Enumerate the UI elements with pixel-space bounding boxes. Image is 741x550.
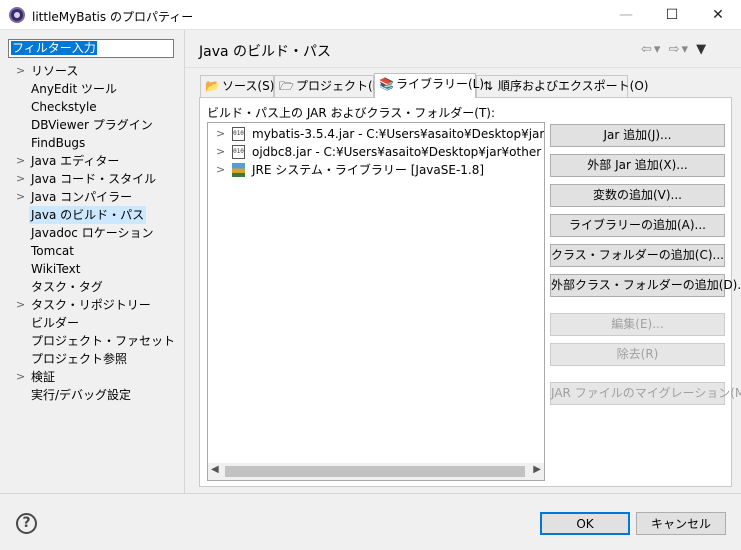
tree-item-tomcat[interactable]: Tomcat	[0, 242, 184, 260]
footer-separator	[0, 493, 741, 494]
chevron-right-icon[interactable]: >	[16, 368, 25, 386]
project-icon: 🗁	[279, 79, 294, 93]
tree-item-project-references[interactable]: プロジェクト参照	[0, 350, 184, 368]
eclipse-app-icon	[9, 7, 25, 23]
help-icon[interactable]: ?	[16, 513, 37, 534]
source-folder-icon: 📂	[205, 79, 220, 93]
ok-button[interactable]: OK	[540, 512, 630, 535]
tree-item-task-repository[interactable]: > タスク・リポジトリー	[0, 296, 184, 314]
chevron-right-icon[interactable]: >	[216, 125, 225, 143]
filter-input[interactable]: フィルター入力	[8, 39, 174, 58]
jar-icon: 010	[232, 145, 245, 159]
tree-item-run-debug-settings[interactable]: 実行/デバッグ設定	[0, 386, 184, 404]
tab-source[interactable]: 📂 ソース(S)	[200, 75, 274, 97]
tree-item-java-compiler[interactable]: > Java コンパイラー	[0, 188, 184, 206]
tree-item-anyedit[interactable]: AnyEdit ツール	[0, 80, 184, 98]
tree-item-javadoc-location[interactable]: Javadoc ロケーション	[0, 224, 184, 242]
build-path-label: ビルド・パス上の JAR およびクラス・フォルダー(T):	[207, 106, 496, 120]
jar-icon: 010	[232, 127, 245, 141]
edit-button[interactable]: 編集(E)...	[550, 313, 725, 336]
maximize-button[interactable]: ☐	[649, 0, 695, 30]
back-arrow-icon[interactable]: ⇦	[641, 42, 654, 57]
panel-divider[interactable]	[184, 30, 185, 493]
add-class-folder-button[interactable]: クラス・フォルダーの追加(C)...	[550, 244, 725, 267]
library-icon: 📚	[379, 77, 394, 91]
view-menu-icon[interactable]: ▼	[696, 42, 708, 57]
tree-item-dbviewer[interactable]: DBViewer プラグイン	[0, 116, 184, 134]
tree-item-java-build-path[interactable]: Java のビルド・パス	[0, 206, 184, 224]
tree-item-checkstyle[interactable]: Checkstyle	[0, 98, 184, 116]
filter-input-text: フィルター入力	[11, 41, 97, 55]
close-button[interactable]: ✕	[695, 0, 741, 30]
chevron-right-icon[interactable]: >	[16, 188, 25, 206]
scroll-right-icon[interactable]: ▶	[533, 464, 541, 475]
add-variable-button[interactable]: 変数の追加(V)...	[550, 184, 725, 207]
forward-dropdown-icon[interactable]: ▾	[681, 42, 690, 57]
minimize-button[interactable]: —	[603, 0, 649, 30]
page-title: Java のビルド・パス	[199, 44, 332, 60]
tree-item-builders[interactable]: ビルダー	[0, 314, 184, 332]
migrate-jar-button[interactable]: JAR ファイルのマイグレーション(M)...	[550, 382, 741, 405]
add-jar-button[interactable]: Jar 追加(J)...	[550, 124, 725, 147]
scrollbar-thumb[interactable]	[225, 466, 525, 477]
tree-item-task-tags[interactable]: タスク・タグ	[0, 278, 184, 296]
chevron-right-icon[interactable]: >	[16, 296, 25, 314]
add-external-jar-button[interactable]: 外部 Jar 追加(X)...	[550, 154, 725, 177]
tab-libraries[interactable]: 📚 ライブラリー(L)	[374, 73, 484, 98]
chevron-right-icon[interactable]: >	[216, 143, 225, 161]
tab-projects[interactable]: 🗁 プロジェクト(P)	[274, 75, 385, 97]
forward-arrow-icon[interactable]: ⇨	[669, 42, 682, 57]
add-external-class-folder-button[interactable]: 外部クラス・フォルダーの追加(D)...	[550, 274, 741, 297]
chevron-right-icon[interactable]: >	[216, 161, 225, 179]
back-dropdown-icon[interactable]: ▾	[654, 42, 663, 57]
cancel-button[interactable]: キャンセル	[636, 512, 726, 535]
tab-order-export[interactable]: ⇅ 順序およびエクスポート(O)	[476, 75, 648, 97]
jre-library-icon	[232, 163, 245, 177]
remove-button[interactable]: 除去(R)	[550, 343, 725, 366]
tree-item-wikitext[interactable]: WikiText	[0, 260, 184, 278]
tree-item-java-code-style[interactable]: > Java コード・スタイル	[0, 170, 184, 188]
tree-item-resource[interactable]: > リソース	[0, 62, 184, 80]
chevron-right-icon[interactable]: >	[16, 170, 25, 188]
tree-item-findbugs[interactable]: FindBugs	[0, 134, 184, 152]
library-tree[interactable]: > 010 mybatis-3.5.4.jar - C:¥Users¥asait…	[207, 122, 545, 481]
tree-item-project-facets[interactable]: プロジェクト・ファセット	[0, 332, 184, 350]
tree-item-java-editor[interactable]: > Java エディター	[0, 152, 184, 170]
title-bar: littleMyBatis のプロパティー — ☐ ✕	[0, 0, 741, 30]
header-separator	[185, 67, 741, 68]
window-title: littleMyBatis のプロパティー	[32, 10, 194, 24]
chevron-right-icon[interactable]: >	[16, 152, 25, 170]
chevron-right-icon[interactable]: >	[16, 62, 25, 80]
property-tree: > リソース AnyEdit ツール Checkstyle DBViewer プラ…	[0, 60, 184, 492]
page-nav: ⇦▾ ⇨▾ ▼	[641, 42, 708, 57]
tree-item-validation[interactable]: > 検証	[0, 368, 184, 386]
scroll-left-icon[interactable]: ◀	[211, 464, 219, 475]
horizontal-scrollbar[interactable]: ◀ ▶	[208, 463, 544, 480]
add-library-button[interactable]: ライブラリーの追加(A)...	[550, 214, 725, 237]
